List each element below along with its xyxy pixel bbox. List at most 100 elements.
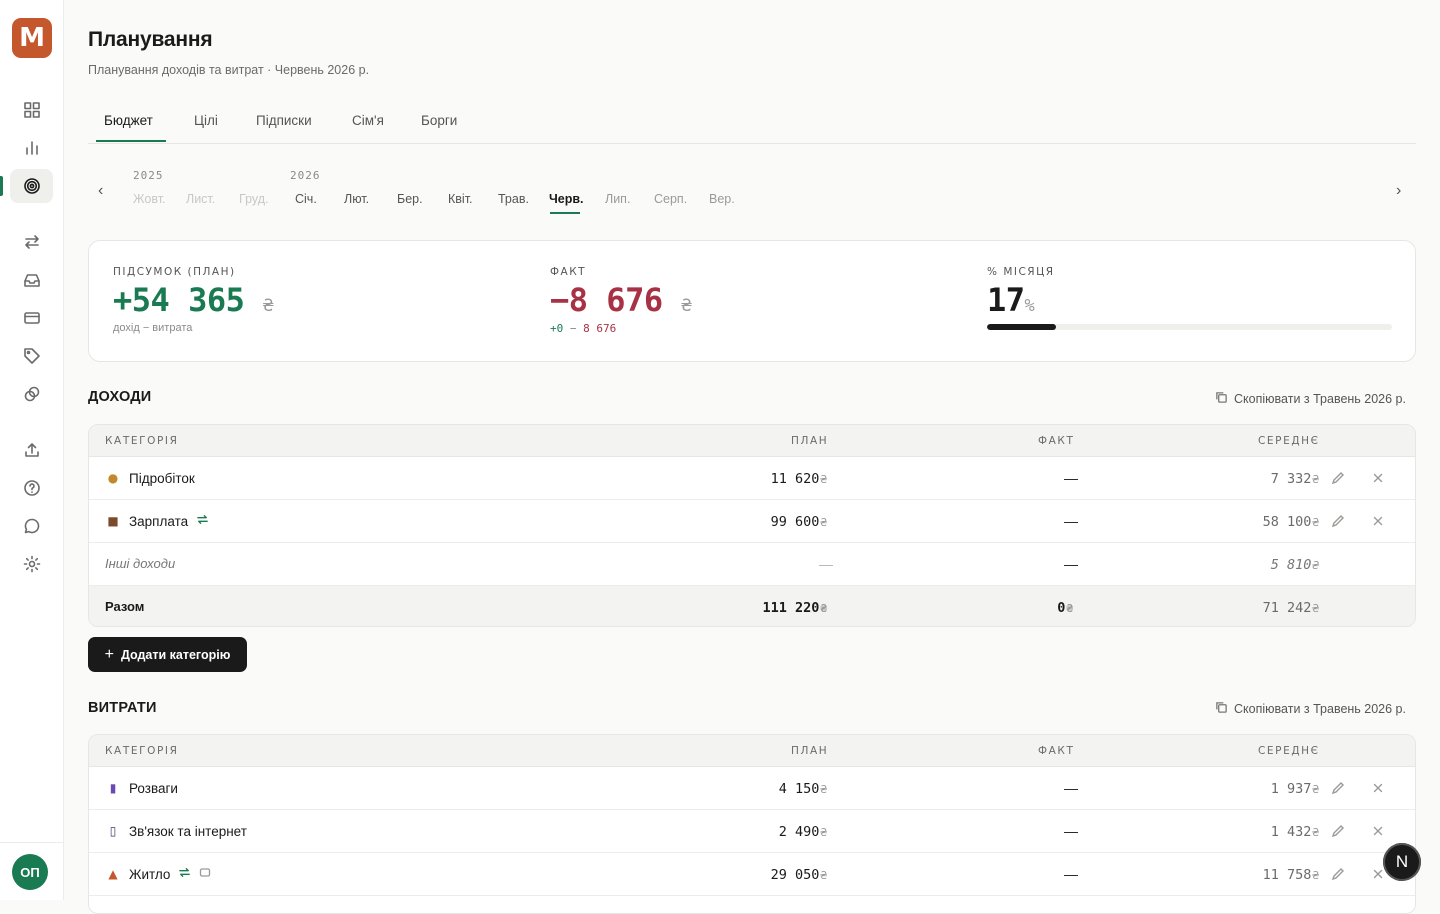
- recurring-icon: [178, 866, 191, 882]
- chevron-right-icon[interactable]: ›: [1396, 182, 1401, 200]
- month-item[interactable]: Трав.: [498, 192, 529, 206]
- edit-icon[interactable]: [1331, 824, 1345, 843]
- table-row[interactable]: ▮ Розваги 4 150₴ — 1 937₴: [89, 767, 1415, 810]
- month-item[interactable]: Жовт.: [133, 192, 166, 206]
- month-item[interactable]: Лист.: [186, 192, 215, 206]
- plan-amount[interactable]: 11 620₴: [771, 471, 827, 487]
- help-icon[interactable]: [10, 471, 53, 505]
- page-subtitle: Планування доходів та витрат · Червень 2…: [88, 63, 370, 77]
- coins-icon[interactable]: [10, 377, 53, 411]
- table-header: КАТЕГОРІЯ ПЛАН ФАКТ СЕРЕДНЄ: [89, 735, 1415, 767]
- month-item-selected[interactable]: Черв.: [549, 192, 584, 206]
- tab-active-underline: [96, 140, 166, 142]
- add-category-button[interactable]: + Додати категорію: [88, 637, 247, 672]
- month-percent-label: % МІСЯЦЯ: [987, 266, 1055, 278]
- header-category: КАТЕГОРІЯ: [105, 745, 179, 757]
- table-row[interactable]: ■ Зарплата 99 600₴ — 58 100₴: [89, 500, 1415, 543]
- plan-amount[interactable]: 29 050₴: [771, 867, 827, 883]
- close-icon[interactable]: [1371, 514, 1385, 533]
- chevron-left-icon[interactable]: ‹: [98, 182, 103, 200]
- average-amount: 7 332₴: [1270, 471, 1319, 487]
- edit-icon[interactable]: [1331, 471, 1345, 490]
- edit-icon[interactable]: [1331, 781, 1345, 800]
- upload-icon[interactable]: [10, 433, 53, 467]
- month-item[interactable]: Груд.: [239, 192, 268, 206]
- target-icon[interactable]: [10, 169, 53, 203]
- tab-goals[interactable]: Цілі: [194, 113, 218, 128]
- income-copy-button[interactable]: Скопіювати з Травень 2026 р.: [1215, 391, 1406, 407]
- summary-card: ПІДСУМОК (ПЛАН) +54 365 ₴ дохід − витрат…: [88, 240, 1416, 362]
- average-amount: 5 810₴: [1270, 557, 1319, 573]
- plan-amount[interactable]: 99 600₴: [771, 514, 827, 530]
- sidebar-divider: [0, 842, 63, 843]
- user-avatar[interactable]: ОП: [12, 854, 48, 890]
- copy-label: Скопіювати з Травень 2026 р.: [1234, 702, 1406, 716]
- expenses-table: КАТЕГОРІЯ ПЛАН ФАКТ СЕРЕДНЄ ▮ Розваги 4 …: [88, 734, 1416, 914]
- plan-value: +54 365 ₴: [113, 281, 273, 319]
- chart-icon[interactable]: [10, 131, 53, 165]
- month-item[interactable]: Вер.: [709, 192, 735, 206]
- average-amount: 58 100₴: [1262, 514, 1319, 530]
- table-row[interactable]: ▲ Житло 29 050₴ — 11 758₴: [89, 853, 1415, 896]
- average-amount: 1 432₴: [1270, 824, 1319, 840]
- comment-icon: [199, 867, 211, 882]
- edit-icon[interactable]: [1331, 514, 1345, 533]
- inbox-icon[interactable]: [10, 263, 53, 297]
- month-item[interactable]: Лют.: [344, 192, 369, 206]
- month-item[interactable]: Лип.: [605, 192, 630, 206]
- settings-icon[interactable]: [10, 547, 53, 581]
- active-nav-indicator: [0, 176, 3, 196]
- fact-amount: —: [1064, 823, 1078, 839]
- month-item[interactable]: Квіт.: [448, 192, 473, 206]
- plan-amount: —: [819, 556, 833, 572]
- table-row-total: Разом 111 220₴ 0₴ 71 242₴: [89, 586, 1415, 626]
- category-name: Інші доходи: [105, 556, 176, 571]
- table-row-other: Інші доходи — — 5 810₴: [89, 543, 1415, 586]
- header-plan: ПЛАН: [791, 435, 829, 447]
- month-selector: ‹ 2025 2026 Жовт. Лист. Груд. Січ. Лют. …: [88, 160, 1416, 220]
- table-header: КАТЕГОРІЯ ПЛАН ФАКТ СЕРЕДНЄ: [89, 425, 1415, 457]
- month-item[interactable]: Серп.: [654, 192, 687, 206]
- total-plan: 111 220₴: [762, 600, 827, 616]
- tab-budget[interactable]: Бюджет: [104, 113, 153, 128]
- edit-icon[interactable]: [1331, 867, 1345, 886]
- expenses-section-title: ВИТРАТИ: [88, 700, 157, 716]
- tab-debts[interactable]: Борги: [421, 113, 457, 128]
- fact-note: +0 − 8 676: [550, 322, 617, 335]
- app-logo[interactable]: M: [12, 18, 52, 58]
- tab-subscriptions[interactable]: Підписки: [256, 113, 312, 128]
- header-fact: ФАКТ: [1038, 745, 1075, 757]
- tab-family[interactable]: Сім'я: [352, 113, 384, 128]
- header-plan: ПЛАН: [791, 745, 829, 757]
- table-row[interactable]: ▯ Зв'язок та інтернет 2 490₴ — 1 432₴: [89, 810, 1415, 853]
- month-item[interactable]: Бер.: [397, 192, 423, 206]
- close-icon[interactable]: [1371, 781, 1385, 800]
- month-progress-fill: [987, 324, 1056, 330]
- plan-amount[interactable]: 2 490₴: [779, 824, 827, 840]
- house-icon: ▲: [108, 867, 118, 881]
- close-icon[interactable]: [1371, 471, 1385, 490]
- copy-icon: [1215, 701, 1228, 717]
- tag-icon[interactable]: [10, 339, 53, 373]
- plan-label: ПІДСУМОК (ПЛАН): [113, 266, 236, 278]
- plan-amount[interactable]: 4 150₴: [779, 781, 827, 797]
- recurring-icon: [196, 513, 209, 529]
- header-category: КАТЕГОРІЯ: [105, 435, 179, 447]
- total-average: 71 242₴: [1262, 600, 1319, 616]
- plus-icon: +: [104, 645, 114, 663]
- table-row[interactable]: ● Підробіток 11 620₴ — 7 332₴: [89, 457, 1415, 500]
- card-icon[interactable]: [10, 301, 53, 335]
- close-icon[interactable]: [1371, 824, 1385, 843]
- average-amount: 1 937₴: [1270, 781, 1319, 797]
- close-icon[interactable]: [1371, 867, 1385, 886]
- total-label: Разом: [105, 599, 145, 614]
- floating-assistant-button[interactable]: N: [1383, 843, 1421, 881]
- expenses-copy-button[interactable]: Скопіювати з Травень 2026 р.: [1215, 701, 1406, 717]
- transfer-icon[interactable]: [10, 225, 53, 259]
- fact-amount: —: [1064, 866, 1078, 882]
- chat-icon[interactable]: [10, 509, 53, 543]
- clapperboard-icon: ▮: [109, 781, 117, 795]
- briefcase-icon: ■: [107, 514, 119, 528]
- dashboard-icon[interactable]: [10, 93, 53, 127]
- month-item[interactable]: Січ.: [295, 192, 317, 206]
